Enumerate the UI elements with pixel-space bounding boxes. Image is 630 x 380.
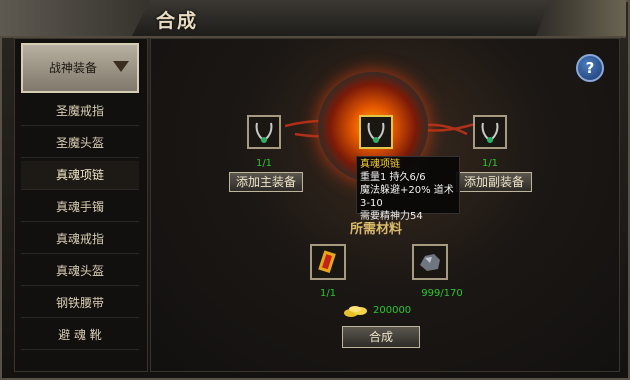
material-count-scroll: 1/1 (319, 288, 337, 299)
material-slot-scroll[interactable] (310, 244, 346, 280)
sidebar-item[interactable]: 圣魔头盔 (21, 129, 139, 158)
result-slot[interactable] (359, 115, 393, 149)
sub-equipment-count: 1/1 (481, 158, 499, 169)
equipment-sidebar: 战神装备 圣魔戒指 圣魔头盔 真魂项链 真魂手镯 真魂戒指 真魂头盔 钢铁腰带 … (14, 38, 148, 372)
sidebar-item[interactable]: 钢铁腰带 (21, 289, 139, 318)
necklace-icon (255, 122, 273, 143)
title-ornament-left (0, 0, 150, 36)
tooltip-stats: 魔法躲避+20% 道术3-10 (360, 185, 454, 209)
sub-equipment-slot[interactable] (473, 115, 507, 149)
sidebar-item[interactable]: 真魂手镯 (21, 193, 139, 222)
sidebar-item[interactable]: 圣魔戒指 (21, 97, 139, 126)
chevron-down-icon (113, 61, 129, 72)
help-button[interactable]: ? (576, 54, 604, 82)
sidebar-item[interactable]: 避 魂 靴 (21, 321, 139, 350)
tooltip-requirement: 需要精神力54 (360, 211, 423, 222)
gold-coin-icon (344, 306, 367, 317)
gold-amount: 200000 (373, 305, 412, 316)
material-slot-ore[interactable] (412, 244, 448, 280)
tooltip-weight-durability: 重量1 持久6/6 (360, 172, 426, 183)
category-label: 战神装备 (49, 61, 98, 75)
tooltip-item-name: 真魂项链 (360, 159, 400, 170)
sidebar-item[interactable]: 真魂头盔 (21, 257, 139, 286)
gold-scroll-icon (318, 250, 336, 274)
title-bar[interactable]: 合成 (0, 0, 626, 38)
material-count-ore: 999/170 (421, 288, 463, 299)
sidebar-item-selected[interactable]: 真魂项链 (21, 161, 139, 190)
window-title: 合成 (156, 10, 199, 32)
add-main-equipment-button[interactable]: 添加主装备 (229, 172, 303, 192)
main-equipment-slot[interactable] (247, 115, 281, 149)
necklace-icon (481, 122, 499, 143)
item-tooltip: 真魂项链 重量1 持久6/6 魔法躲避+20% 道术3-10 需要精神力54 (356, 156, 460, 222)
main-equipment-count: 1/1 (255, 158, 273, 169)
ore-icon (420, 254, 440, 271)
add-sub-equipment-button[interactable]: 添加副装备 (456, 172, 532, 192)
title-ornament-right (536, 0, 626, 36)
craft-button[interactable]: 合成 (342, 326, 420, 348)
necklace-icon (367, 122, 385, 143)
category-dropdown[interactable]: 战神装备 (21, 43, 139, 93)
sidebar-item[interactable]: 真魂戒指 (21, 225, 139, 254)
